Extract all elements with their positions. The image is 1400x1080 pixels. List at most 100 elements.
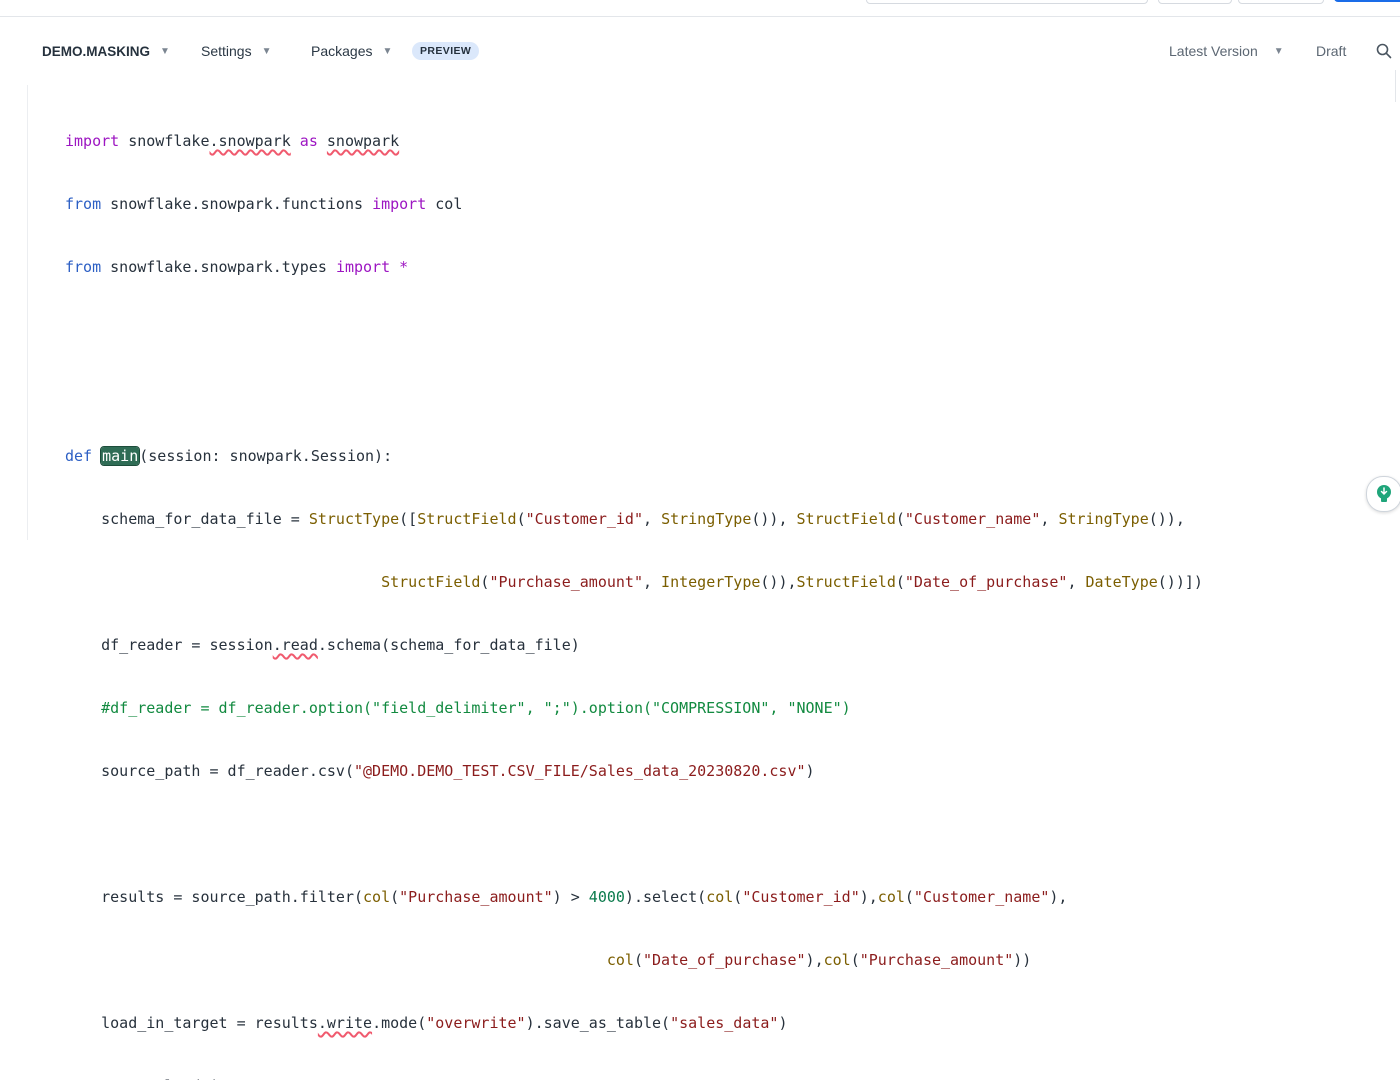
code-token: StructType xyxy=(308,510,400,528)
code-line: from snowflake.snowpark.types import * xyxy=(65,257,1203,278)
settings-dropdown[interactable]: Settings ▼ xyxy=(201,35,272,67)
version-dropdown[interactable]: Latest Version ▼ xyxy=(1169,35,1284,67)
code-token: col xyxy=(363,888,391,906)
code-token: "overwrite" xyxy=(426,1014,526,1032)
code-token: "Purchase_amount" xyxy=(399,888,553,906)
code-token: import xyxy=(65,132,120,150)
top-primary-button[interactable] xyxy=(1334,0,1400,2)
code-token: snowflake.snowpark.types xyxy=(101,258,336,276)
code-token: StructField xyxy=(796,573,896,591)
code-token: StructField xyxy=(796,510,896,528)
code-token: ), xyxy=(1049,888,1068,906)
code-token: schema_for_data_file = xyxy=(65,510,309,528)
code-token: ()), xyxy=(1148,510,1185,528)
code-token: df_reader = session xyxy=(65,636,273,654)
code-token: ( xyxy=(895,573,905,591)
code-token: "Purchase_amount" xyxy=(489,573,643,591)
code-token: "Customer_name" xyxy=(904,510,1041,528)
code-line: from snowflake.snowpark.functions import… xyxy=(65,194,1203,215)
code-token: "sales_data" xyxy=(670,1014,779,1032)
code-token: ), xyxy=(805,951,824,969)
code-line: return load_in_target xyxy=(65,1076,1203,1080)
code-token: StructField xyxy=(381,573,481,591)
code-line: load_in_target = results.write.mode("ove… xyxy=(65,1013,1203,1034)
packages-dropdown[interactable]: Packages ▼ xyxy=(311,35,392,67)
code-line: #df_reader = df_reader.option("field_del… xyxy=(65,698,1203,719)
code-token: .read xyxy=(272,636,318,654)
code-token: ( xyxy=(390,888,400,906)
code-token: IntegerType xyxy=(661,573,761,591)
chevron-down-icon: ▼ xyxy=(382,45,393,57)
code-token: return xyxy=(101,1077,155,1080)
main-function-highlight: main xyxy=(100,446,141,466)
code-token: snowflake xyxy=(119,132,210,150)
code-token: StructField xyxy=(417,510,517,528)
code-token: col xyxy=(823,951,851,969)
code-token: , xyxy=(643,510,662,528)
code-editor[interactable]: import snowflake.snowpark as snowpark fr… xyxy=(65,89,1203,1080)
code-token: , xyxy=(642,573,662,591)
packages-label: Packages xyxy=(311,43,373,59)
code-comment: #df_reader = df_reader.option("field_del… xyxy=(65,699,851,717)
code-token: ( xyxy=(633,951,643,969)
code-token: import xyxy=(335,258,391,276)
code-token: load_in_target xyxy=(155,1077,290,1080)
lightbulb-button[interactable] xyxy=(1366,476,1400,512)
code-line: col("Date_of_purchase"),col("Purchase_am… xyxy=(65,950,1203,971)
code-line: df_reader = session.read.schema(schema_f… xyxy=(65,635,1203,656)
code-token: "Customer_name" xyxy=(913,888,1050,906)
code-token: "Customer_id" xyxy=(742,888,860,906)
search-icon[interactable] xyxy=(1376,43,1392,59)
code-token: "Date_of_purchase" xyxy=(904,573,1068,591)
chevron-down-icon: ▼ xyxy=(261,45,272,57)
divider xyxy=(1395,70,1396,102)
code-line: StructField("Purchase_amount", IntegerTy… xyxy=(65,572,1203,593)
worksheet-name-dropdown[interactable]: DEMO.MASKING ▼ xyxy=(42,35,170,67)
code-token: ( xyxy=(904,888,914,906)
draft-status: Draft xyxy=(1316,43,1347,59)
code-line: results = source_path.filter(col("Purcha… xyxy=(65,887,1203,908)
code-token: "Purchase_amount" xyxy=(859,951,1014,969)
code-token: ([ xyxy=(399,510,418,528)
code-token: snowflake.snowpark.functions xyxy=(101,195,373,213)
worksheet-name: DEMO.MASKING xyxy=(42,43,150,59)
top-button[interactable] xyxy=(1238,0,1324,4)
code-token: ( xyxy=(850,951,860,969)
settings-label: Settings xyxy=(201,43,252,59)
code-line: schema_for_data_file = StructType([Struc… xyxy=(65,509,1203,530)
code-token: , xyxy=(1040,510,1059,528)
code-token: StringType xyxy=(661,510,752,528)
code-token: col xyxy=(877,888,905,906)
code-token: ), xyxy=(859,888,878,906)
code-token: ) xyxy=(805,762,815,780)
code-token: ())]) xyxy=(1157,573,1203,591)
code-token: 4000 xyxy=(588,888,625,906)
code-token: snowpark xyxy=(326,132,400,150)
code-token: source_path = df_reader.csv( xyxy=(65,762,354,780)
top-search-field[interactable] xyxy=(866,0,1148,4)
code-token: ) > xyxy=(552,888,589,906)
code-token: .snowpark xyxy=(209,132,291,150)
code-token: ( xyxy=(516,510,526,528)
code-token: * xyxy=(390,258,409,276)
code-token: from xyxy=(65,195,102,213)
code-token: col xyxy=(706,888,734,906)
code-token: ()), xyxy=(760,573,797,591)
code-token: ( xyxy=(733,888,743,906)
code-token: ) xyxy=(778,1014,788,1032)
worksheet-toolbar: DEMO.MASKING ▼ Settings ▼ Packages ▼ PRE… xyxy=(0,35,1400,102)
code-token: import xyxy=(372,195,427,213)
code-token: "@DEMO.DEMO_TEST.CSV_FILE/Sales_data_202… xyxy=(353,762,806,780)
code-line: import snowflake.snowpark as snowpark xyxy=(65,131,1203,152)
chevron-down-icon: ▼ xyxy=(1273,45,1284,57)
code-token: , xyxy=(1067,573,1086,591)
code-token: )) xyxy=(1013,951,1032,969)
code-token: col xyxy=(606,951,634,969)
code-token: from xyxy=(65,258,102,276)
lightbulb-icon xyxy=(1377,485,1391,502)
top-button[interactable] xyxy=(1158,0,1232,4)
